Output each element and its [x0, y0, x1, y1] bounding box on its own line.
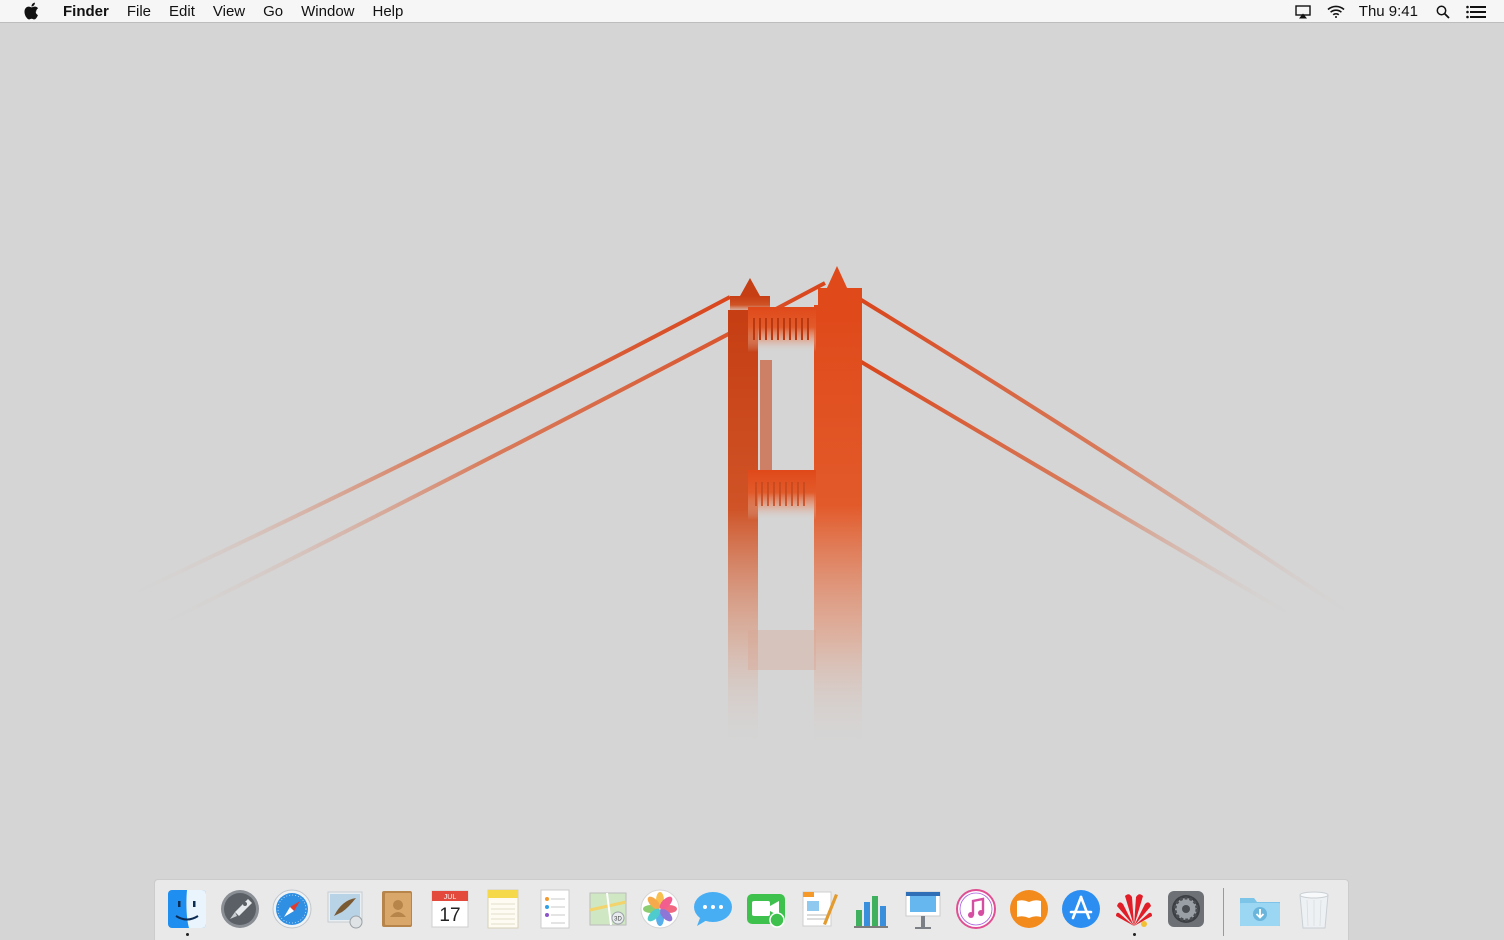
huawei-icon[interactable]: [1111, 885, 1157, 936]
dock-separator: [1223, 888, 1224, 936]
system-preferences-icon[interactable]: [1163, 885, 1209, 933]
keynote-icon[interactable]: [900, 885, 946, 933]
calendar-icon[interactable]: JUL 17: [427, 885, 473, 933]
menu-help[interactable]: Help: [364, 0, 413, 23]
finder-icon[interactable]: [164, 885, 210, 936]
launchpad-icon[interactable]: [217, 885, 263, 933]
svg-text:17: 17: [439, 905, 460, 926]
running-indicator: [186, 933, 189, 936]
dock: JUL 17 3D: [154, 879, 1349, 940]
desktop-wallpaper: [0, 23, 1504, 940]
app-store-icon[interactable]: [1058, 885, 1104, 933]
menu-edit[interactable]: Edit: [160, 0, 204, 23]
reminders-icon[interactable]: [532, 885, 578, 933]
downloads-folder-icon[interactable]: [1237, 885, 1283, 933]
wifi-icon[interactable]: [1327, 5, 1345, 18]
menu-clock[interactable]: Thu 9:41: [1359, 3, 1418, 20]
numbers-icon[interactable]: [848, 885, 894, 933]
contacts-icon[interactable]: [374, 885, 420, 933]
pages-icon[interactable]: [795, 885, 841, 933]
app-menu-finder[interactable]: Finder: [59, 0, 118, 23]
mail-icon[interactable]: [322, 885, 368, 933]
menu-window[interactable]: Window: [292, 0, 363, 23]
safari-icon[interactable]: [269, 885, 315, 933]
svg-text:JUL: JUL: [444, 894, 457, 901]
trash-icon[interactable]: [1291, 885, 1337, 933]
notes-icon[interactable]: [480, 885, 526, 933]
menu-file[interactable]: File: [118, 0, 160, 23]
messages-icon[interactable]: [690, 885, 736, 933]
itunes-icon[interactable]: [953, 885, 999, 933]
photos-icon[interactable]: [637, 885, 683, 933]
notification-center-icon[interactable]: [1466, 5, 1486, 19]
running-indicator: [1133, 933, 1136, 936]
airplay-icon[interactable]: [1295, 4, 1311, 19]
maps-icon[interactable]: 3D: [585, 885, 631, 933]
ibooks-icon[interactable]: [1006, 885, 1052, 933]
facetime-icon[interactable]: [743, 885, 789, 933]
apple-logo-icon[interactable]: [21, 2, 41, 20]
spotlight-search-icon[interactable]: [1436, 5, 1450, 19]
menu-view[interactable]: View: [204, 0, 254, 23]
menu-bar: Finder File Edit View Go Window Help Thu…: [0, 0, 1504, 23]
svg-text:3D: 3D: [614, 917, 622, 923]
menu-go[interactable]: Go: [254, 0, 292, 23]
